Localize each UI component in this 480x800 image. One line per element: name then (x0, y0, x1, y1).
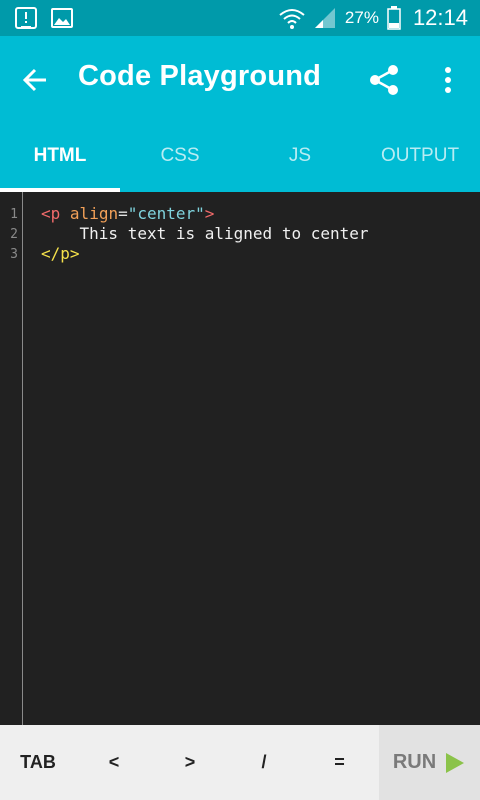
run-label: RUN (392, 751, 437, 773)
code-line-2: This text is aligned to center (41, 224, 369, 243)
code-equals: = (118, 204, 128, 223)
equals-key-button[interactable]: = (300, 725, 379, 800)
play-icon (446, 752, 465, 773)
code-line-3: </p> (41, 244, 80, 263)
status-bar: 27% 12:14 (0, 0, 480, 36)
code-string: "center" (127, 204, 205, 223)
app-bar: Code Playground (0, 36, 480, 124)
run-button[interactable]: RUN (379, 725, 480, 800)
code-attribute: align (69, 204, 119, 223)
more-options-icon[interactable] (436, 62, 460, 98)
editor-tabs: HTML CSS JS OUTPUT (0, 124, 480, 192)
line-number: 1 (10, 207, 18, 222)
notification-alert-icon (15, 7, 37, 29)
code-open-bracket: < (41, 204, 51, 223)
gallery-icon (51, 8, 73, 28)
line-number: 3 (10, 247, 18, 262)
line-number: 2 (10, 227, 18, 242)
tab-key-button[interactable]: TAB (0, 725, 76, 800)
code-line-1: <p align="center"> (41, 204, 369, 224)
share-icon[interactable] (366, 62, 402, 98)
tab-css[interactable]: CSS (120, 124, 240, 192)
slash-key-button[interactable]: / (228, 725, 300, 800)
symbol-toolbar: TAB < > / = RUN (0, 725, 480, 800)
code-close-bracket: > (204, 204, 215, 223)
battery-icon (387, 6, 401, 30)
battery-percent: 27% (344, 8, 379, 27)
code-editor[interactable]: 1 2 3 <p align="center"> This text is al… (0, 192, 480, 725)
tab-output[interactable]: OUTPUT (360, 124, 480, 192)
wifi-icon (279, 9, 305, 29)
tab-html[interactable]: HTML (0, 124, 120, 192)
less-than-key-button[interactable]: < (76, 725, 152, 800)
back-arrow-icon[interactable] (18, 62, 54, 98)
line-number-gutter: 1 2 3 (0, 192, 23, 725)
code-tag-name: p (50, 204, 61, 223)
tab-js[interactable]: JS (240, 124, 360, 192)
clock: 12:14 (412, 5, 468, 30)
signal-icon (314, 8, 335, 28)
code-text[interactable]: <p align="center"> This text is aligned … (41, 204, 369, 264)
greater-than-key-button[interactable]: > (152, 725, 228, 800)
page-title: Code Playground (78, 60, 322, 92)
